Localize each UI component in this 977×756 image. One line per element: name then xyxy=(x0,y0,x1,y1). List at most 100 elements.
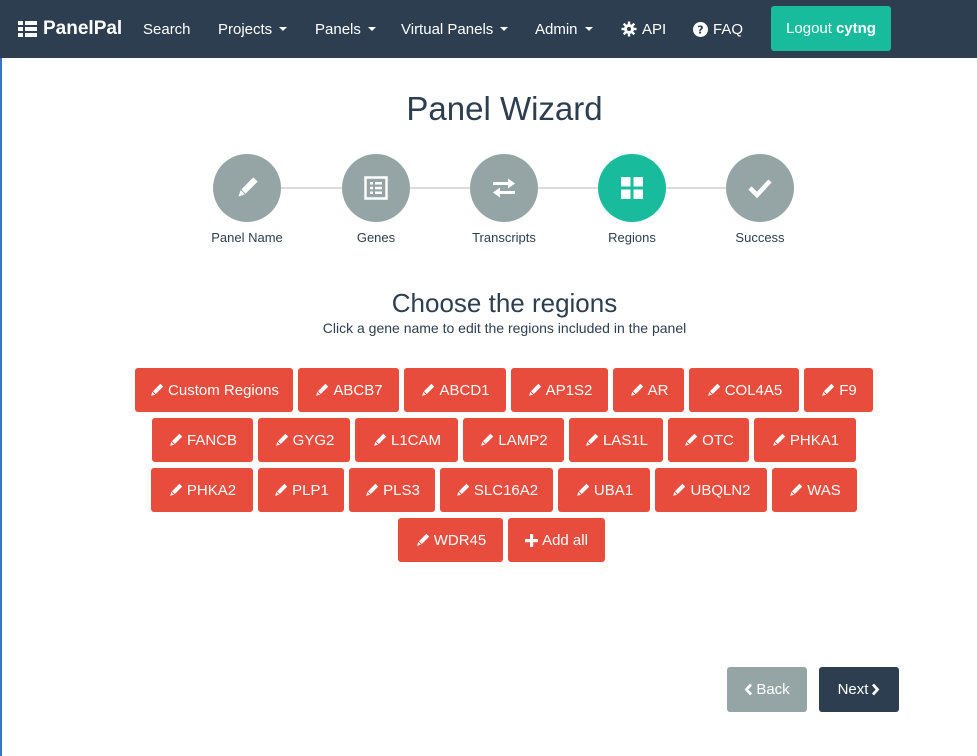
region-button-label: ABCB7 xyxy=(333,381,383,399)
add-all-button[interactable]: Add all xyxy=(508,518,605,562)
pencil-icon xyxy=(364,483,379,498)
region-button-col4a5[interactable]: COL4A5 xyxy=(689,368,799,412)
region-button-phka1[interactable]: PHKA1 xyxy=(754,418,856,462)
section-instructions: Click a gene name to edit the regions in… xyxy=(322,320,687,336)
region-button-wdr45[interactable]: WDR45 xyxy=(398,518,503,562)
nav-search[interactable]: Search xyxy=(143,0,191,58)
region-button-gyg2[interactable]: GYG2 xyxy=(258,418,350,462)
step-circle xyxy=(470,154,538,222)
region-button-label: UBA1 xyxy=(593,481,634,499)
brand-name: PanelPal xyxy=(43,18,123,39)
pencil-icon xyxy=(455,483,470,498)
step-label: Panel Name xyxy=(211,230,283,245)
pencil-icon xyxy=(168,483,183,498)
pencil-icon xyxy=(629,383,644,398)
region-button-ar[interactable]: AR xyxy=(613,368,684,412)
region-button-label: LAS1L xyxy=(602,431,649,449)
region-button-label: ABCD1 xyxy=(439,381,490,399)
region-button-slc16a2[interactable]: SLC16A2 xyxy=(440,468,553,512)
back-button[interactable]: Back xyxy=(727,667,807,712)
region-button-label: PHKA2 xyxy=(186,481,237,499)
region-button-label: WAS xyxy=(807,481,841,499)
pencil-icon xyxy=(575,483,590,498)
region-button-was[interactable]: WAS xyxy=(772,468,857,512)
nav-panels-label: Panels xyxy=(315,20,361,38)
chevron-right-icon xyxy=(871,683,880,696)
list-icon xyxy=(18,21,37,37)
pencil-icon xyxy=(168,433,183,448)
nav-faq[interactable]: ? FAQ xyxy=(693,0,743,58)
question-circle-icon: ? xyxy=(693,21,708,37)
pencil-icon xyxy=(420,383,435,398)
section-heading: Choose the regions xyxy=(391,288,618,318)
region-button-label: PHKA1 xyxy=(789,431,840,449)
gear-icon xyxy=(621,21,637,37)
region-button-label: PLS3 xyxy=(383,481,420,499)
pencil-icon xyxy=(771,433,786,448)
pencil-icon xyxy=(234,175,260,201)
step-regions[interactable]: Regions xyxy=(572,154,692,245)
region-button-otc[interactable]: OTC xyxy=(668,418,749,462)
region-button-abcd1[interactable]: ABCD1 xyxy=(404,368,506,412)
nav-projects-label: Projects xyxy=(218,20,273,38)
region-button-pls3[interactable]: PLS3 xyxy=(349,468,435,512)
region-button-label: AR xyxy=(647,381,669,399)
add-all-label: Add all xyxy=(542,531,588,549)
region-button-uba1[interactable]: UBA1 xyxy=(558,468,650,512)
pencil-icon xyxy=(314,383,329,398)
pencil-icon xyxy=(415,533,430,548)
username: cytng xyxy=(835,20,876,37)
nav-projects[interactable]: Projects xyxy=(218,0,288,58)
grid-icon xyxy=(621,177,643,199)
region-button-ap1s2[interactable]: AP1S2 xyxy=(511,368,608,412)
step-label: Success xyxy=(735,230,785,245)
pencil-icon xyxy=(584,433,599,448)
caret-down-icon xyxy=(584,27,593,31)
back-label: Back xyxy=(756,681,790,698)
region-button-label: L1CAM xyxy=(390,431,442,449)
region-button-plp1[interactable]: PLP1 xyxy=(258,468,344,512)
region-button-label: GYG2 xyxy=(292,431,335,449)
pencil-icon xyxy=(274,433,289,448)
page-title: Panel Wizard xyxy=(406,90,603,127)
pencil-icon xyxy=(149,383,164,398)
step-panel-name[interactable]: Panel Name xyxy=(187,154,307,245)
svg-text:?: ? xyxy=(697,23,703,36)
list-icon xyxy=(364,176,388,200)
logout-label: Logout xyxy=(786,20,832,37)
step-circle xyxy=(726,154,794,222)
nav-panels[interactable]: Panels xyxy=(315,0,376,58)
nav-faq-label: FAQ xyxy=(713,20,744,38)
nav-api[interactable]: API xyxy=(621,0,666,58)
region-button-label: UBQLN2 xyxy=(690,481,751,499)
region-button-custom-regions[interactable]: Custom Regions xyxy=(135,368,293,412)
step-success[interactable]: Success xyxy=(700,154,820,245)
step-label: Genes xyxy=(356,230,396,245)
step-label: Transcripts xyxy=(472,230,536,245)
region-button-label: WDR45 xyxy=(433,531,487,549)
nav-admin-label: Admin xyxy=(535,20,578,38)
plus-icon xyxy=(525,533,539,547)
nav-virtual-panels[interactable]: Virtual Panels xyxy=(401,0,509,58)
region-button-label: COL4A5 xyxy=(724,381,783,399)
region-button-abcb7[interactable]: ABCB7 xyxy=(298,368,399,412)
region-button-f9[interactable]: F9 xyxy=(804,368,873,412)
next-label: Next xyxy=(837,681,869,698)
pencil-icon xyxy=(820,383,835,398)
brand-link[interactable]: PanelPal xyxy=(18,0,122,58)
pencil-icon xyxy=(273,483,288,498)
step-genes[interactable]: Genes xyxy=(316,154,436,245)
region-button-label: FANCB xyxy=(186,431,237,449)
region-button-fancb[interactable]: FANCB xyxy=(152,418,253,462)
region-button-ubqln2[interactable]: UBQLN2 xyxy=(655,468,767,512)
region-button-las1l[interactable]: LAS1L xyxy=(569,418,663,462)
nav-virtual-panels-label: Virtual Panels xyxy=(401,20,494,38)
caret-down-icon xyxy=(367,27,376,31)
region-button-phka2[interactable]: PHKA2 xyxy=(151,468,253,512)
next-button[interactable]: Next xyxy=(819,667,899,712)
logout-button[interactable]: Logout cytng xyxy=(771,6,891,51)
region-button-lamp2[interactable]: LAMP2 xyxy=(463,418,564,462)
nav-admin[interactable]: Admin xyxy=(535,0,593,58)
step-transcripts[interactable]: Transcripts xyxy=(444,154,564,245)
region-button-l1cam[interactable]: L1CAM xyxy=(355,418,458,462)
